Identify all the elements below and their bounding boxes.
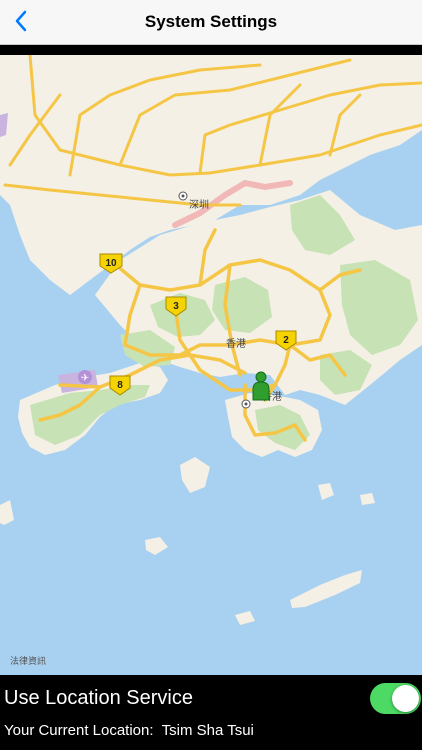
location-service-label: Use Location Service (4, 687, 193, 709)
settings-panel: Use Location Service Your Current Locati… (0, 675, 422, 750)
svg-text:8: 8 (117, 380, 123, 391)
location-service-toggle[interactable] (370, 683, 421, 714)
lamma-island-land (180, 457, 210, 493)
current-location-person-icon[interactable] (252, 371, 270, 401)
svg-text:10: 10 (105, 258, 117, 269)
page-title: System Settings (144, 12, 278, 31)
po-toi-island-land (290, 570, 362, 608)
airport-icon: ✈ (78, 370, 92, 384)
svg-text:2: 2 (283, 335, 289, 346)
place-label-shenzhen: 深圳 (189, 199, 209, 211)
place-pin[interactable] (241, 399, 251, 409)
svg-text:3: 3 (173, 301, 179, 312)
small-island-land (235, 611, 255, 625)
place-label-hong-kong: 香港 (226, 338, 246, 350)
small-island-land (360, 493, 375, 505)
small-island-land (318, 483, 334, 500)
small-island-land (0, 500, 14, 525)
small-island-land (145, 537, 168, 555)
divider (0, 45, 422, 55)
current-location-row: Your Current Location: Tsim Sha Tsui (4, 722, 254, 739)
toggle-knob (392, 685, 419, 712)
svg-text:✈: ✈ (81, 373, 89, 384)
place-pin[interactable] (178, 191, 188, 201)
navigation-bar: System Settings (0, 0, 422, 45)
legal-link[interactable]: 法律資訊 (10, 654, 46, 667)
map-view[interactable]: 深圳 香港 香港 ✈ 10 3 2 8 法律資訊 (0, 55, 422, 675)
map-canvas[interactable]: 深圳 香港 香港 ✈ 10 3 2 8 (0, 55, 422, 675)
current-location-label: Your Current Location: (4, 722, 154, 739)
current-location-value: Tsim Sha Tsui (161, 722, 254, 739)
